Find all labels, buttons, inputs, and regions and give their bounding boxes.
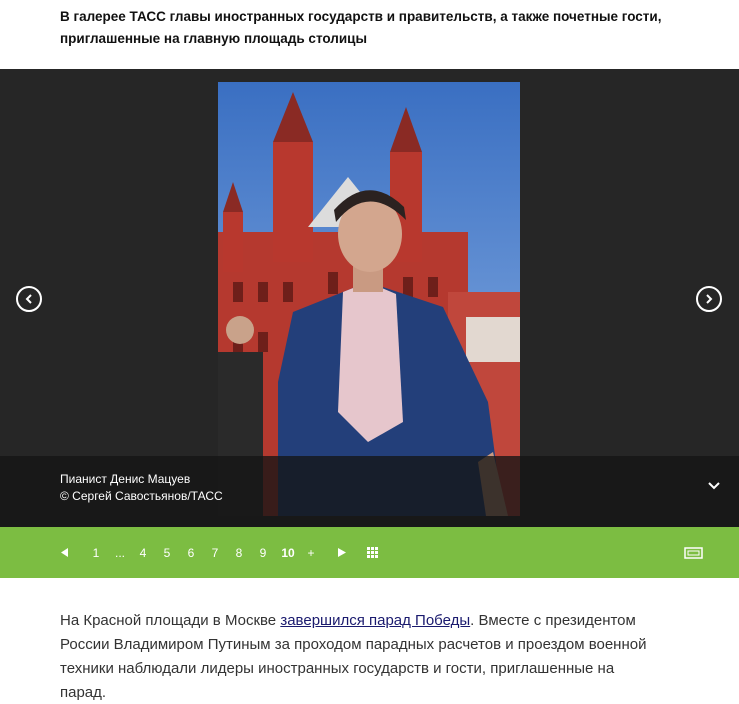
grid-icon[interactable] [367,547,378,558]
pager-more-button[interactable]: + [305,544,317,562]
caption-title: Пианист Денис Мацуев [60,472,191,486]
photo-illustration [218,82,520,516]
photo-caption-bar: Пианист Денис Мацуев © Сергей Савостьяно… [0,456,739,527]
pager-ellipsis: ... [114,546,125,560]
gallery-photo[interactable] [218,82,520,516]
photo-gallery: Пианист Денис Мацуев © Сергей Савостьяно… [0,69,739,527]
gallery-pager: 1 ... 4 5 6 7 8 9 10 + [0,527,739,578]
triangle-right-icon[interactable] [338,548,346,557]
pager-page-1[interactable]: 1 [90,544,102,562]
victory-parade-link[interactable]: завершился парад Победы [280,612,470,629]
article-paragraph: На Красной площади в Москве завершился п… [60,609,660,704]
pager-page-8[interactable]: 8 [233,544,245,562]
chevron-down-icon [708,482,720,490]
gallery-lead-text: В галерее ТАСС главы иностранных государ… [60,9,662,46]
pager-page-4[interactable]: 4 [137,544,149,562]
caption-toggle-button[interactable] [706,478,722,494]
photo-caption: Пианист Денис Мацуев © Сергей Савостьяно… [60,471,223,505]
arrow-right-circle-icon [706,294,713,304]
arrow-left-circle-icon [25,294,32,304]
pager-page-9[interactable]: 9 [257,544,269,562]
caption-credit: © Сергей Савостьянов/ТАСС [60,489,223,503]
fullscreen-icon[interactable] [684,547,703,559]
triangle-left-icon[interactable] [61,548,69,557]
pager-page-5[interactable]: 5 [161,544,173,562]
pager-page-6[interactable]: 6 [185,544,197,562]
gallery-next-button[interactable] [696,286,722,312]
gallery-prev-button[interactable] [16,286,42,312]
pager-page-7[interactable]: 7 [209,544,221,562]
pager-page-10-current[interactable]: 10 [279,544,297,562]
article-text-start: На Красной площади в Москве [60,612,281,629]
